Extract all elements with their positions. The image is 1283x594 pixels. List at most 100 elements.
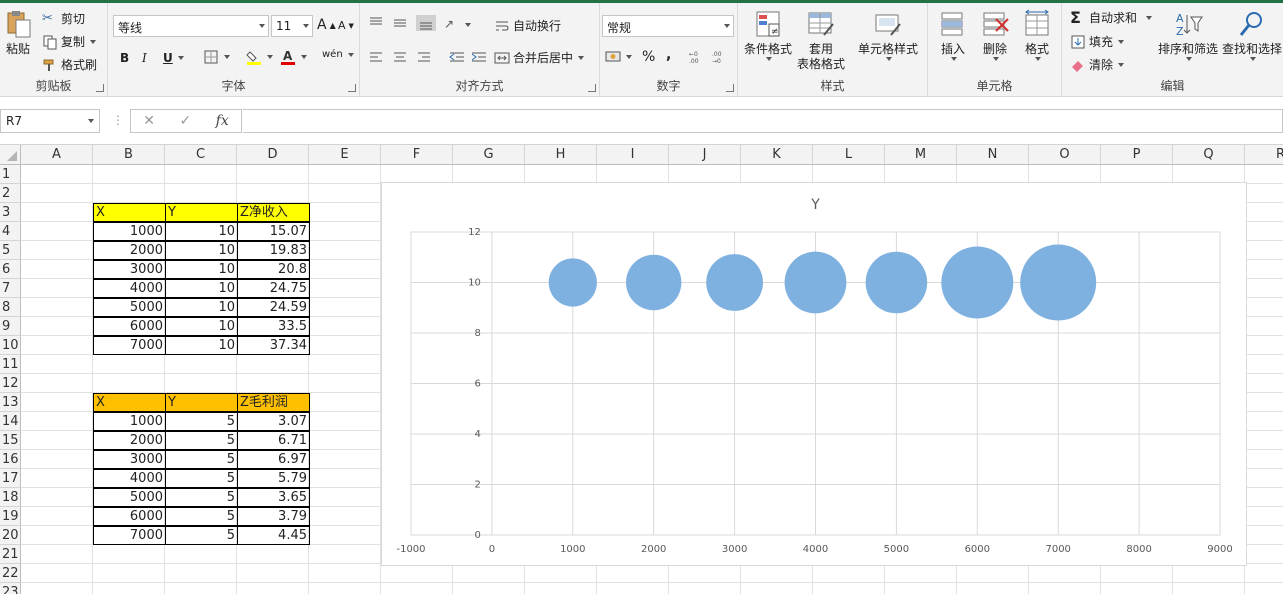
row-header-13[interactable]: 13	[0, 393, 21, 412]
row-header-19[interactable]: 19	[0, 507, 21, 526]
find-select-button[interactable]: 查找和选择	[1222, 9, 1282, 61]
name-box[interactable]: R7	[0, 109, 100, 133]
shrink-font-button[interactable]: A ▼	[338, 19, 354, 32]
table1-cell[interactable]: 10	[165, 241, 238, 260]
wrap-text-button[interactable]: 自动换行	[494, 17, 561, 34]
table1-cell[interactable]: 10	[165, 298, 238, 317]
number-format-combo[interactable]: 常规	[602, 15, 734, 37]
select-all-corner[interactable]	[0, 145, 21, 165]
row-header-9[interactable]: 9	[0, 317, 21, 336]
row-header-21[interactable]: 21	[0, 545, 21, 564]
column-header-k[interactable]: K	[741, 145, 813, 165]
sort-filter-button[interactable]: AZ 排序和筛选	[1158, 9, 1218, 61]
comma-button[interactable]: ,	[666, 47, 671, 63]
confirm-entry-icon[interactable]: ✓	[179, 113, 191, 129]
font-size-combo[interactable]: 11	[271, 15, 313, 37]
column-header-o[interactable]: O	[1029, 145, 1101, 165]
table2-cell[interactable]: 2000	[93, 431, 166, 450]
accounting-format-button[interactable]	[605, 49, 632, 65]
table1-cell[interactable]: 2000	[93, 241, 166, 260]
row-header-16[interactable]: 16	[0, 450, 21, 469]
table1-cell[interactable]: 10	[165, 279, 238, 298]
bold-button[interactable]: B	[120, 51, 129, 65]
table2-cell[interactable]: 4.45	[237, 526, 310, 545]
table2-cell[interactable]: 6.71	[237, 431, 310, 450]
row-header-17[interactable]: 17	[0, 469, 21, 488]
table2-cell[interactable]: 3000	[93, 450, 166, 469]
table2-cell[interactable]: 3.65	[237, 488, 310, 507]
table2-cell[interactable]: 5000	[93, 488, 166, 507]
row-header-4[interactable]: 4	[0, 222, 21, 241]
table2-header-x[interactable]: X	[93, 393, 166, 412]
column-header-p[interactable]: P	[1101, 145, 1173, 165]
insert-button[interactable]: 插入	[938, 9, 968, 61]
row-header-12[interactable]: 12	[0, 374, 21, 393]
table2-cell[interactable]: 5	[165, 431, 238, 450]
table1-cell[interactable]: 10	[165, 260, 238, 279]
row-header-18[interactable]: 18	[0, 488, 21, 507]
row-header-23[interactable]: 23	[0, 583, 21, 594]
column-header-e[interactable]: E	[309, 145, 381, 165]
number-launcher-icon[interactable]	[726, 84, 734, 92]
row-header-1[interactable]: 1	[0, 165, 21, 184]
table1-cell[interactable]: 24.75	[237, 279, 310, 298]
column-header-f[interactable]: F	[381, 145, 453, 165]
autosum-button[interactable]: Σ 自动求和	[1070, 9, 1153, 26]
table1-cell[interactable]: 37.34	[237, 336, 310, 355]
conditional-format-button[interactable]: ≠ 条件格式	[744, 9, 792, 61]
table2-header-y[interactable]: Y	[165, 393, 238, 412]
paste-button[interactable]: 粘贴	[3, 9, 33, 57]
decimal-icons[interactable]: ←0.00 .00→0	[688, 49, 732, 65]
column-header-m[interactable]: M	[885, 145, 957, 165]
column-header-n[interactable]: N	[957, 145, 1029, 165]
row-header-5[interactable]: 5	[0, 241, 21, 260]
row-header-6[interactable]: 6	[0, 260, 21, 279]
alignment-launcher-icon[interactable]	[588, 84, 596, 92]
column-header-b[interactable]: B	[93, 145, 165, 165]
table1-cell[interactable]: 19.83	[237, 241, 310, 260]
row-header-8[interactable]: 8	[0, 298, 21, 317]
cancel-entry-icon[interactable]: ✕	[143, 113, 155, 129]
merge-center-button[interactable]: 合并后居中	[494, 49, 585, 66]
table2-cell[interactable]: 5	[165, 469, 238, 488]
clipboard-launcher-icon[interactable]	[96, 84, 104, 92]
row-header-22[interactable]: 22	[0, 564, 21, 583]
percent-button[interactable]: %	[642, 49, 655, 65]
horizontal-align-icons[interactable]	[368, 51, 488, 65]
table1-header-x[interactable]: X	[93, 203, 166, 222]
cut-button[interactable]: ✂ 剪切	[42, 10, 85, 27]
table2-cell[interactable]: 6000	[93, 507, 166, 526]
orientation-button[interactable]: ↗	[444, 17, 471, 33]
table2-cell[interactable]: 4000	[93, 469, 166, 488]
format-painter-button[interactable]: 格式刷	[42, 56, 97, 73]
column-header-r[interactable]: R	[1245, 145, 1283, 165]
column-header-q[interactable]: Q	[1173, 145, 1245, 165]
table1-cell[interactable]: 5000	[93, 298, 166, 317]
bubble-chart[interactable]: Y -1000 0 1000 2000 3000 4000 5000 6000 7000 8000 9…	[381, 182, 1247, 566]
font-name-combo[interactable]: 等线	[113, 15, 269, 37]
font-color-button[interactable]: A	[280, 49, 307, 65]
table1-cell[interactable]: 15.07	[237, 222, 310, 241]
column-header-c[interactable]: C	[165, 145, 237, 165]
table2-cell[interactable]: 7000	[93, 526, 166, 545]
row-header-2[interactable]: 2	[0, 184, 21, 203]
table2-cell[interactable]: 1000	[93, 412, 166, 431]
row-header-3[interactable]: 3	[0, 203, 21, 222]
column-header-h[interactable]: H	[525, 145, 597, 165]
table2-cell[interactable]: 5	[165, 412, 238, 431]
table1-cell[interactable]: 7000	[93, 336, 166, 355]
border-button[interactable]	[203, 49, 230, 65]
row-header-20[interactable]: 20	[0, 526, 21, 545]
column-header-l[interactable]: L	[813, 145, 885, 165]
table2-cell[interactable]: 5	[165, 507, 238, 526]
table1-cell[interactable]: 10	[165, 336, 238, 355]
table1-cell[interactable]: 1000	[93, 222, 166, 241]
table1-header-y[interactable]: Y	[165, 203, 238, 222]
row-header-11[interactable]: 11	[0, 355, 21, 374]
table1-cell[interactable]: 10	[165, 222, 238, 241]
table2-cell[interactable]: 3.79	[237, 507, 310, 526]
table1-cell[interactable]: 33.5	[237, 317, 310, 336]
column-header-g[interactable]: G	[453, 145, 525, 165]
grow-font-button[interactable]: A ▲	[317, 17, 336, 33]
column-header-j[interactable]: J	[669, 145, 741, 165]
